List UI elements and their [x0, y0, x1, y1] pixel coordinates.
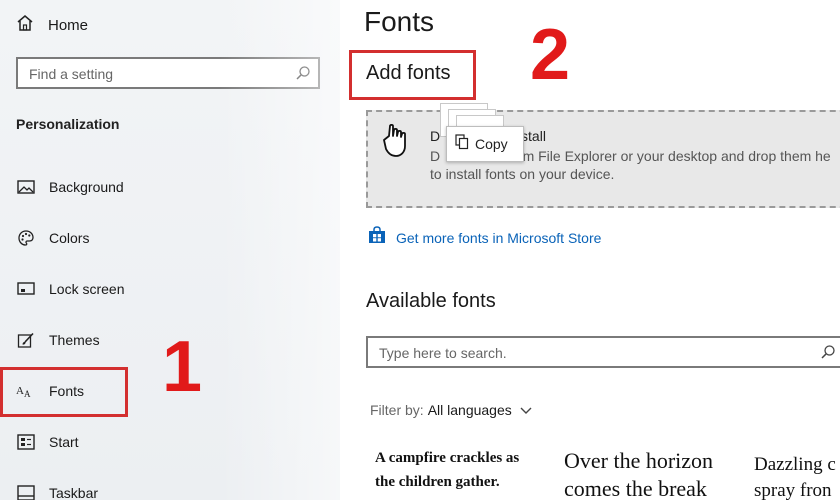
copy-icon [455, 133, 469, 155]
language-filter[interactable]: Filter by: All languages [370, 402, 532, 418]
taskbar-icon [16, 483, 36, 500]
sidebar-item-background[interactable]: Background [16, 175, 124, 199]
sidebar-item-label: Start [49, 434, 79, 450]
search-icon[interactable] [820, 344, 836, 365]
search-icon[interactable] [295, 65, 311, 86]
hand-cursor-icon [380, 123, 414, 165]
sidebar-item-lock-screen[interactable]: Lock screen [16, 277, 124, 301]
copy-tooltip-label: Copy [475, 136, 508, 152]
picture-icon [16, 177, 36, 197]
settings-sidebar: Home Find a setting Personalization Back… [0, 0, 340, 500]
available-fonts-heading: Available fonts [366, 290, 496, 312]
filter-label: Filter by: [370, 402, 424, 418]
fonts-highlight-box [0, 367, 128, 417]
font-preview-line: spray fron [754, 480, 832, 501]
sidebar-item-themes[interactable]: Themes [16, 328, 100, 352]
nav-home[interactable]: Home [16, 14, 88, 36]
sidebar-item-label: Lock screen [49, 281, 125, 297]
font-preview-line: Dazzling c [754, 454, 836, 475]
microsoft-store-link-label: Get more fonts in Microsoft Store [396, 229, 602, 246]
nav-home-label: Home [48, 16, 89, 34]
copy-drag-tooltip: Copy [446, 126, 524, 162]
section-title-personalization: Personalization [16, 116, 120, 132]
sidebar-item-label: Background [49, 179, 124, 195]
add-fonts-heading: Add fonts [366, 62, 451, 84]
sidebar-item-label: Themes [49, 332, 100, 348]
font-preview-line: comes the break [564, 476, 707, 501]
sidebar-item-colors[interactable]: Colors [16, 226, 89, 250]
store-bag-icon [368, 226, 386, 249]
chevron-down-icon [520, 402, 532, 418]
font-preview-line: the children gather. [375, 474, 500, 490]
page-title: Fonts [364, 6, 435, 37]
font-preview-line: A campfire crackles as [375, 450, 520, 466]
font-preview-line: Over the horizon [564, 448, 714, 473]
lock-screen-icon [16, 279, 36, 299]
start-icon [16, 432, 36, 452]
brush-icon [16, 330, 36, 350]
home-icon [16, 14, 34, 37]
palette-icon [16, 228, 36, 248]
find-setting-placeholder: Find a setting [29, 66, 114, 82]
sidebar-item-label: Taskbar [49, 485, 99, 500]
annotation-step-1: 1 [162, 327, 203, 407]
sidebar-item-label: Colors [49, 230, 90, 246]
font-search-input[interactable]: Type here to search. [366, 336, 840, 368]
microsoft-store-link[interactable]: Get more fonts in Microsoft Store [368, 226, 601, 249]
annotation-step-2: 2 [530, 15, 571, 95]
filter-value: All languages [427, 402, 512, 418]
sidebar-item-taskbar[interactable]: Taskbar [16, 481, 98, 500]
drop-zone-instruction-2: to install fonts on your device. [430, 166, 615, 182]
font-search-placeholder: Type here to search. [379, 345, 507, 361]
sidebar-item-start[interactable]: Start [16, 430, 79, 454]
find-setting-input[interactable]: Find a setting [16, 57, 320, 89]
